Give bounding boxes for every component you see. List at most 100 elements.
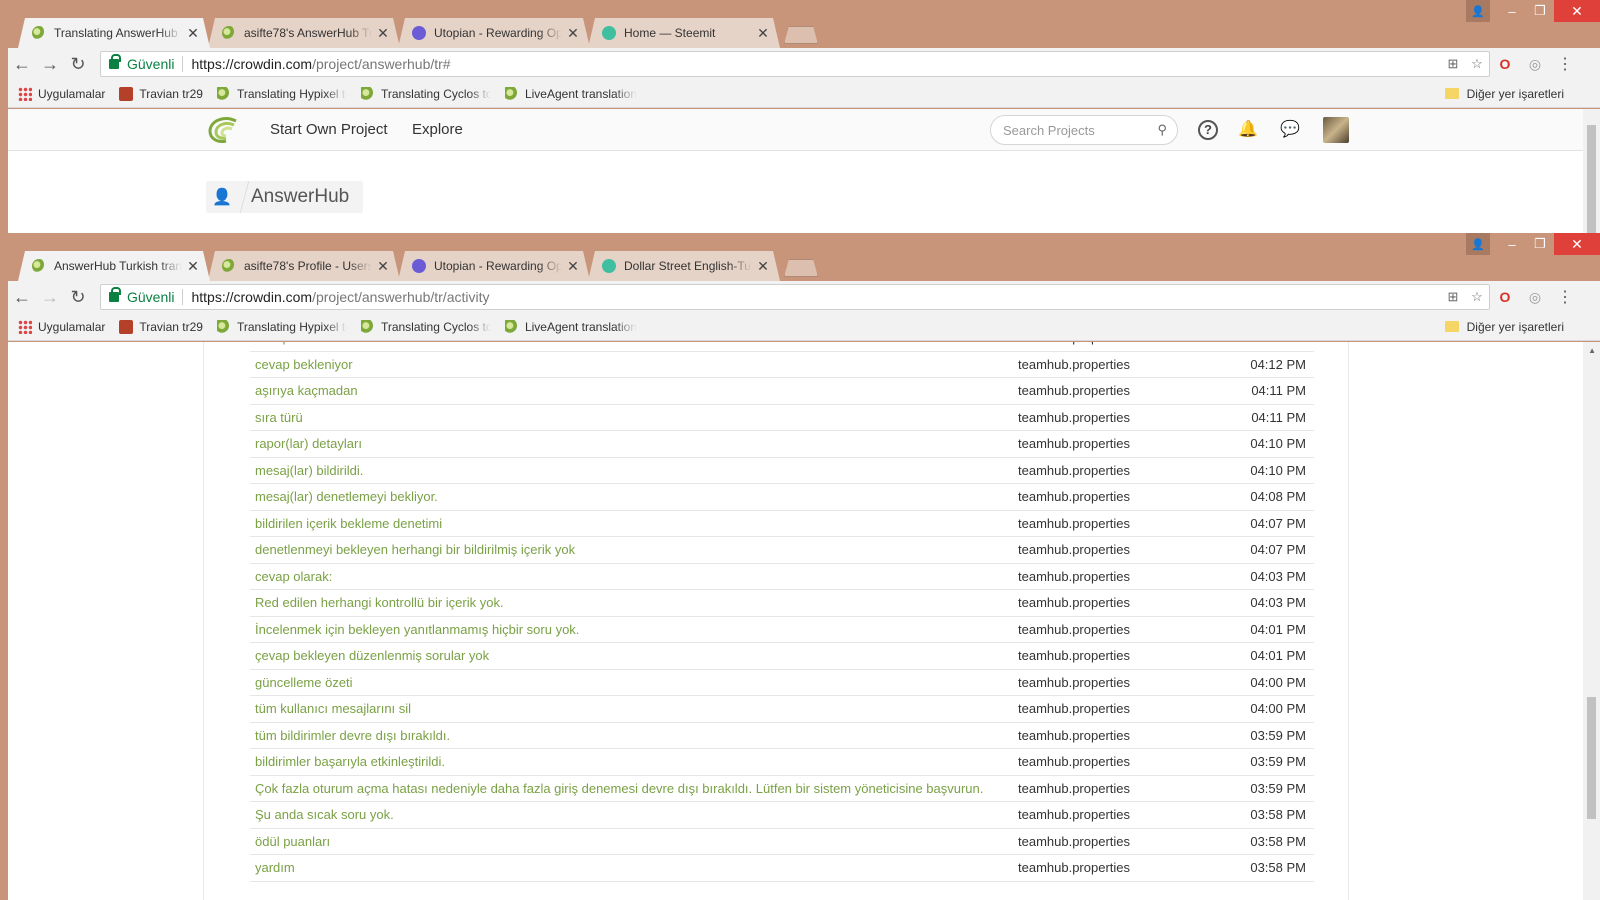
bookmark-item[interactable]: Translating Hypixel to [216,319,347,334]
phrase-link[interactable]: yardım [255,860,295,875]
forward-arrow-icon[interactable]: → [36,50,64,78]
bookmark-item[interactable]: Travian tr29 [119,319,203,334]
phrase-link[interactable]: Şu anda sıcak soru yok. [255,807,394,822]
start-own-project-link[interactable]: Start Own Project [270,121,388,138]
close-tab-icon[interactable]: ✕ [376,258,390,275]
crowdin-favicon-icon [504,86,519,101]
reload-icon[interactable]: ↻ [64,50,92,78]
close-tab-icon[interactable]: ✕ [566,25,580,42]
scroll-up-arrow-icon[interactable]: ▲ [1588,346,1596,355]
bell-icon[interactable]: 🔔 [1236,118,1260,142]
phrase-link[interactable]: cevap verildi [255,342,327,345]
translate-icon[interactable]: ⊞ [1441,56,1465,72]
back-arrow-icon[interactable]: ← [8,283,36,311]
scrollbar-thumb[interactable] [1587,697,1596,819]
minimize-button[interactable]: – [1498,233,1526,255]
phrase-link[interactable]: rapor(lar) detayları [255,436,362,451]
close-tab-icon[interactable]: ✕ [186,258,200,275]
minimize-button[interactable]: – [1498,0,1526,22]
phrase-link[interactable]: cevap bekleniyor [255,357,353,372]
avatar[interactable] [1323,117,1349,143]
phrase-link[interactable]: çevap bekleyen düzenlenmiş sorular yok [255,648,489,663]
bookmark-item[interactable]: LiveAgent translation [504,86,637,101]
browser-tab[interactable]: asifte78's AnswerHub Translations ✕ [208,18,400,48]
browser-tab[interactable]: Home — Steemit ✕ [588,18,780,48]
browser-tab[interactable]: Utopian - Rewarding Open Source ✕ [398,18,590,48]
new-tab-button[interactable] [784,26,818,44]
bookmark-other[interactable]: Diğer yer işaretleri [1444,87,1564,101]
phrase-link[interactable]: aşırıya kaçmadan [255,383,358,398]
phrase-link[interactable]: Red edilen herhangi kontrollü bir içerik… [255,595,504,610]
timestamp: 04:11 PM [1251,409,1306,425]
activity-row: İncelenmek için bekleyen yanıtlanmamış h… [250,617,1314,643]
crowdin-logo-icon[interactable] [206,115,240,145]
address-bar[interactable]: Güvenli https://crowdin.com /project/ans… [100,284,1490,310]
menu-kebab-icon[interactable]: ⋮ [1550,287,1580,307]
search-icon[interactable]: ⚲ [1157,122,1167,138]
scrollbar[interactable] [1583,109,1600,233]
bookmark-item[interactable]: Travian tr29 [119,86,203,101]
close-window-button[interactable]: ✕ [1554,233,1600,255]
opera-extension-icon[interactable]: O [1490,56,1520,72]
close-tab-icon[interactable]: ✕ [186,25,200,42]
maximize-button[interactable]: ❐ [1526,0,1554,22]
profile-icon[interactable]: 👤 [1466,0,1490,22]
opera-extension-icon[interactable]: O [1490,289,1520,305]
browser-tab[interactable]: asifte78's Profile - Users ✕ [208,251,400,281]
bookmark-item[interactable]: LiveAgent translation [504,319,637,334]
bookmark-item[interactable]: Translating Cyclos to [360,319,491,334]
help-icon[interactable]: ? [1196,118,1220,142]
activity-list: cevap verilditeamhub.properties04:12 PMc… [203,342,1349,900]
translate-icon[interactable]: ⊞ [1441,289,1465,305]
scrollbar[interactable]: ▲ [1583,342,1600,900]
scrollbar-thumb[interactable] [1587,125,1596,233]
search-projects-input[interactable]: Search Projects ⚲ [990,115,1178,145]
browser-tab[interactable]: Utopian - Rewarding Open Source ✕ [398,251,590,281]
forward-arrow-icon[interactable]: → [36,283,64,311]
phrase-link[interactable]: tüm bildirimler devre dışı bırakıldı. [255,728,450,743]
close-tab-icon[interactable]: ✕ [756,25,770,42]
profile-icon[interactable]: 👤 [1466,233,1490,255]
close-window-button[interactable]: ✕ [1554,0,1600,22]
extension-icon[interactable]: ◎ [1520,289,1550,306]
bookmark-other[interactable]: Diğer yer işaretleri [1444,320,1564,334]
new-tab-button[interactable] [784,259,818,277]
phrase-link[interactable]: İncelenmek için bekleyen yanıtlanmamış h… [255,622,579,637]
bookmark-star-icon[interactable]: ☆ [1465,56,1489,72]
reload-icon[interactable]: ↻ [64,283,92,311]
maximize-button[interactable]: ❐ [1526,233,1554,255]
messages-icon[interactable]: 💬 [1278,118,1302,142]
phrase-link[interactable]: tüm kullanıcı mesajlarını sil [255,701,411,716]
close-tab-icon[interactable]: ✕ [376,25,390,42]
back-arrow-icon[interactable]: ← [8,50,36,78]
bookmark-item[interactable]: Translating Cyclos to [360,86,491,101]
menu-kebab-icon[interactable]: ⋮ [1550,54,1580,74]
phrase-link[interactable]: bildirimler başarıyla etkinleştirildi. [255,754,445,769]
crowdin-favicon-icon [360,86,375,101]
close-tab-icon[interactable]: ✕ [756,258,770,275]
phrase-link[interactable]: ödül puanları [255,834,330,849]
close-tab-icon[interactable]: ✕ [566,258,580,275]
browser-tab[interactable]: AnswerHub Turkish translation activity ✕ [18,251,210,281]
phrase-link[interactable]: güncelleme özeti [255,675,353,690]
phrase-link[interactable]: denetlenmeyi bekleyen herhangi bir bildi… [255,542,575,557]
phrase-link[interactable]: cevap olarak: [255,569,332,584]
browser-tab[interactable]: Dollar Street English-Turkish ✕ [588,251,780,281]
extension-icon[interactable]: ◎ [1520,56,1550,73]
bookmark-apps[interactable]: Uygulamalar [18,86,105,101]
phrase-link[interactable]: mesaj(lar) denetlemeyi bekliyor. [255,489,438,504]
address-bar[interactable]: Güvenli https://crowdin.com /project/ans… [100,51,1490,77]
phrase-link[interactable]: mesaj(lar) bildirildi. [255,463,363,478]
phrase-link[interactable]: sıra türü [255,410,303,425]
phrase-link[interactable]: bildirilen içerik bekleme denetimi [255,516,442,531]
file-name: teamhub.properties [1018,356,1131,372]
project-title[interactable]: AnswerHub [251,186,363,208]
bookmark-apps[interactable]: Uygulamalar [18,319,105,334]
bookmark-item[interactable]: Translating Hypixel to [216,86,347,101]
browser-tab[interactable]: Translating AnswerHub to Turkish ✕ [18,18,210,48]
explore-link[interactable]: Explore [412,121,463,138]
bookmark-star-icon[interactable]: ☆ [1465,289,1489,305]
activity-row: Şu anda sıcak soru yok. teamhub.propertie… [250,802,1314,829]
travian-favicon-icon [119,319,134,334]
phrase-link[interactable]: Çok fazla oturum açma hatası nedeniyle d… [255,781,983,796]
